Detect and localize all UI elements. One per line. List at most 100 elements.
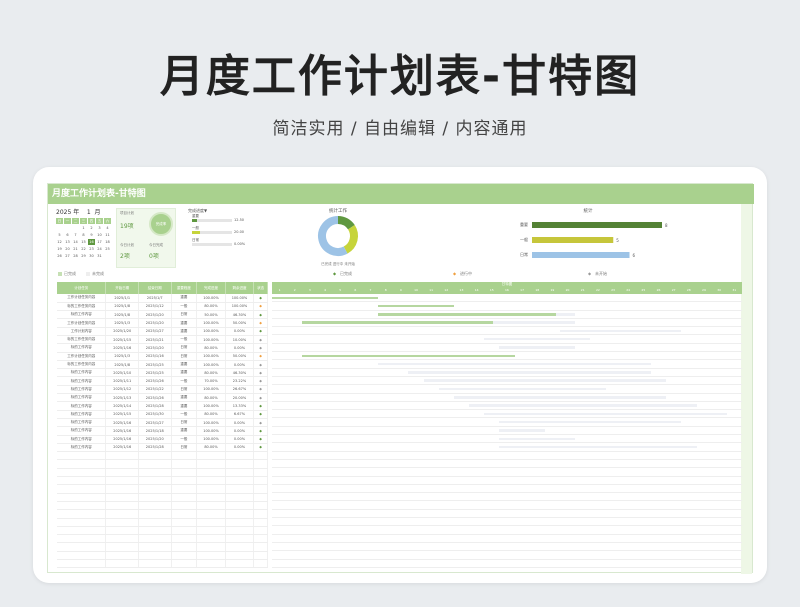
gantt-bar[interactable]	[423, 379, 667, 382]
table-row[interactable]: 工作计划任务内容 2025/1/3 2025/1/16 日常 100.00% 50.00%…	[57, 352, 268, 361]
table-row[interactable]: 标的工作内容 2025/1/16 2025/1/18 重要 100.00% 0.00% ◆	[57, 426, 268, 436]
calendar-day[interactable]: 30	[88, 253, 95, 259]
table-row[interactable]: 标的工作内容 2025/1/13 2025/1/26 重要 80.00% 20.00% ◆	[57, 393, 268, 403]
calendar-day[interactable]: 6	[64, 232, 71, 238]
calendar-day[interactable]	[64, 225, 71, 231]
calendar-day[interactable]: 11	[104, 232, 111, 238]
gantt-row	[272, 402, 742, 411]
calendar-day[interactable]: 27	[64, 253, 71, 259]
gantt-bar[interactable]	[408, 371, 652, 374]
gantt-bar[interactable]	[469, 404, 697, 407]
calendar-day[interactable]: 7	[72, 232, 79, 238]
table-row[interactable]: 标的工作内容 2025/1/15 2025/1/30 一般 80.00% 6.67% ◆	[57, 410, 268, 419]
gantt-bar[interactable]	[378, 304, 454, 308]
calendar-day[interactable]: 24	[96, 246, 103, 252]
table-row[interactable]: 标的工作内容 2025/1/11 2025/1/26 一般 70.00% 23.22% ◆	[57, 376, 268, 386]
gantt-bar[interactable]	[484, 337, 591, 341]
calendar-day[interactable]: 3	[96, 225, 103, 231]
today-plan-label: 今日计划	[120, 243, 134, 247]
hbar-chart: 重要 8 一般 5 日常 6	[520, 221, 668, 258]
calendar-day[interactable]: 22	[80, 246, 87, 252]
calendar-day[interactable]: 26	[56, 253, 63, 259]
gantt-bar[interactable]	[499, 437, 576, 441]
table-cell: 标的工作内容	[57, 393, 107, 403]
gantt-row	[272, 477, 742, 485]
calendar-day[interactable]: 10	[96, 232, 103, 238]
empty-row	[57, 542, 268, 552]
progress-track	[192, 231, 232, 234]
calendar-day[interactable]: 17	[96, 239, 103, 245]
table-row[interactable]: 工作计划内容 2025/1/20 2025/1/27 重要 100.00% 0.00% ◆	[57, 327, 268, 337]
donut-legend: 已完成 进行中 未开始	[298, 262, 378, 267]
calendar-day[interactable]: 12	[56, 239, 63, 245]
calendar-day[interactable]: 29	[80, 253, 87, 259]
empty-row	[57, 484, 268, 494]
table-row[interactable]: 标的工作内容 2025/1/10 2025/1/25 重要 80.00% 46.30% ◆	[57, 368, 268, 378]
gantt-bar[interactable]	[499, 429, 545, 432]
table-cell: 80.00%	[196, 368, 226, 378]
gantt-bar[interactable]	[378, 313, 576, 316]
status-icon: ◆	[253, 318, 268, 328]
gantt-bar[interactable]	[560, 329, 682, 333]
table-cell: 2025/1/12	[105, 385, 139, 395]
calendar-day[interactable]: 9	[88, 232, 95, 238]
table-cell: 80.00%	[196, 443, 226, 453]
gantt-bar[interactable]	[272, 296, 379, 299]
table-cell: 13.33%	[225, 401, 255, 411]
table-row[interactable]: 标的工作任务内容 2025/1/8 2025/1/12 一般 80.00% 100.00%…	[57, 302, 268, 312]
calendar-day[interactable]	[104, 253, 111, 259]
calendar-day[interactable]: 28	[72, 253, 79, 259]
gantt-bar[interactable]	[302, 354, 515, 358]
calendar-day[interactable]: 1	[80, 225, 87, 231]
gantt-bar[interactable]	[499, 420, 682, 424]
calendar-day[interactable]: 16	[88, 239, 95, 245]
calendar-month[interactable]: 1	[87, 209, 91, 216]
task-table: 计划任务 开始日期 结束日期 重要程度 完成进度 剩余进度 状态 工作计划任务内容 2025/…	[57, 282, 268, 569]
calendar-day[interactable]: 5	[56, 232, 63, 238]
calendar-day[interactable]: 21	[72, 246, 79, 252]
table-row[interactable]: 工作计划任务内容 2025/1/1 2025/1/7 重要 100.00% 100.00%…	[57, 294, 268, 303]
calendar-day[interactable]: 31	[96, 253, 103, 259]
gantt-bar[interactable]	[378, 362, 652, 366]
table-row[interactable]: 标的工作内容 2025/1/8 2025/1/20 日常 50.00% 46.30% ◆	[57, 310, 268, 320]
gantt-bar[interactable]	[453, 396, 667, 399]
calendar-day[interactable]: 4	[104, 225, 111, 231]
table-row[interactable]: 标的工作内容 2025/1/12 2025/1/22 日常 100.00% 26.67% ◆	[57, 385, 268, 395]
calendar-day[interactable]: 25	[104, 246, 111, 252]
calendar-day[interactable]: 23	[88, 246, 95, 252]
table-cell: 10.00%	[225, 335, 255, 345]
table-cell: 2025/1/11	[105, 376, 139, 386]
gantt-bar[interactable]	[499, 346, 576, 349]
status-icon: ◆	[253, 368, 268, 378]
gantt-day: 30	[717, 288, 722, 292]
table-row[interactable]: 标的工作内容 2025/1/14 2025/1/28 重要 100.00% 13.33% ◆	[57, 401, 268, 411]
calendar-day[interactable]: 2	[88, 225, 95, 231]
table-row[interactable]: 工作计划任务内容 2025/1/3 2025/1/20 重要 100.00% 50.00%…	[57, 318, 268, 328]
table-cell: 2025/1/27	[138, 327, 172, 337]
gantt-bar[interactable]	[484, 412, 727, 416]
calendar-day[interactable]: 18	[104, 239, 111, 245]
calendar-day[interactable]	[72, 225, 79, 231]
calendar-day[interactable]: 15	[80, 239, 87, 245]
table-row[interactable]: 标的工作任务内容 2025/1/15 2025/1/21 一般 100.00% 10.00…	[57, 335, 268, 345]
calendar-day[interactable]	[56, 225, 63, 231]
table-row[interactable]: 标的工作内容 2025/1/16 2025/1/27 日常 100.00% 0.00% ◆	[57, 418, 268, 428]
gantt-bar[interactable]	[499, 445, 697, 449]
calendar-day[interactable]: 14	[72, 239, 79, 245]
calendar-year-unit: 年	[73, 209, 80, 216]
table-row[interactable]: 标的工作内容 2025/1/16 2025/1/20 日常 80.00% 0.00% ◆	[57, 343, 268, 353]
table-row[interactable]: 标的工作任务内容 2025/1/8 2025/1/25 重要 100.00% 0.00% ◆	[57, 360, 268, 370]
calendar-day[interactable]	[56, 260, 63, 266]
gantt-bar-done	[302, 354, 515, 358]
calendar-day[interactable]: 19	[56, 246, 63, 252]
calendar-day[interactable]: 13	[64, 239, 71, 245]
calendar-day[interactable]: 8	[80, 232, 87, 238]
table-row[interactable]: 标的工作内容 2025/1/16 2025/1/20 一般 100.00% 0.00% ◆	[57, 435, 268, 444]
table-cell: 100.00%	[196, 418, 226, 428]
table-row[interactable]: 标的工作内容 2025/1/16 2025/1/28 日常 80.00% 0.00% ◆	[57, 443, 268, 453]
gantt-bar[interactable]	[302, 321, 576, 324]
gantt-bar[interactable]	[438, 387, 606, 391]
progress-track	[192, 243, 232, 246]
calendar-year[interactable]: 2025	[56, 209, 71, 216]
calendar-day[interactable]: 20	[64, 246, 71, 252]
